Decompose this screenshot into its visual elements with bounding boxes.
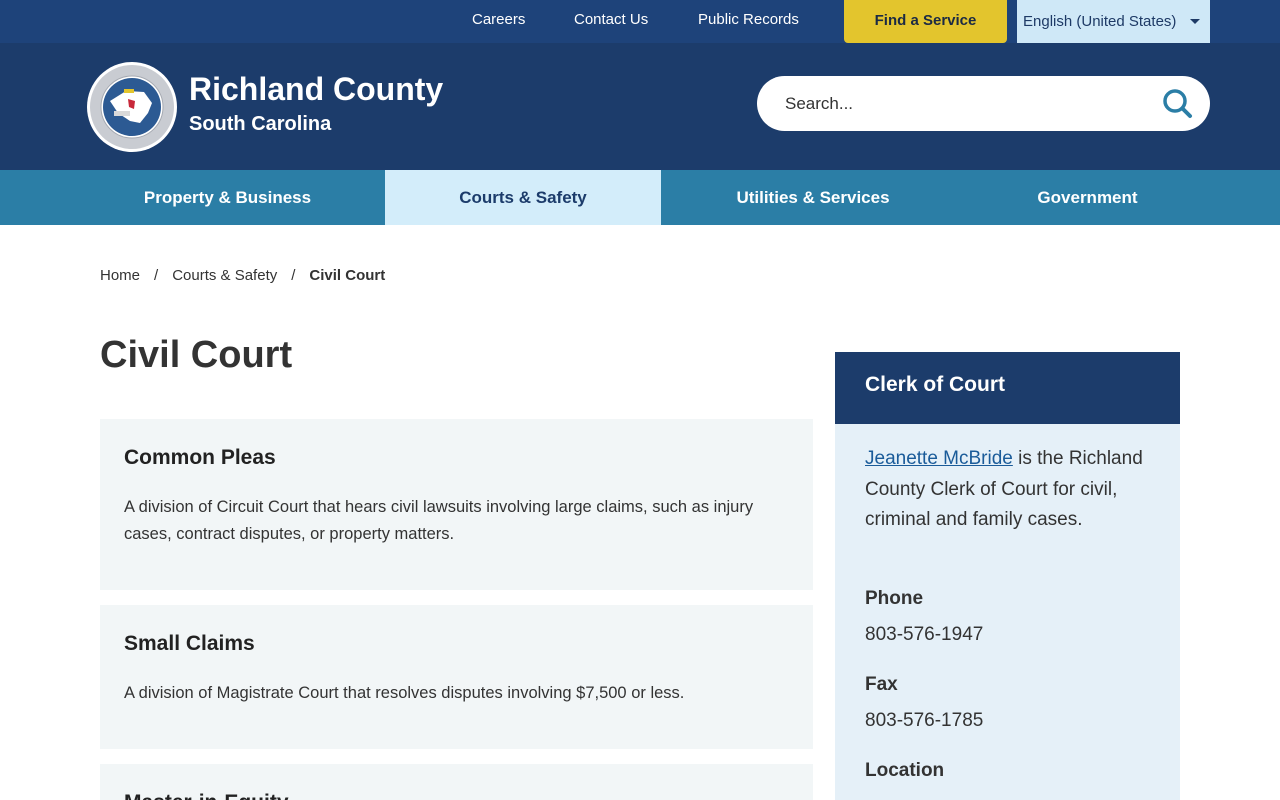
search-button[interactable] <box>1157 86 1197 122</box>
card-common-pleas[interactable]: Common Pleas A division of Circuit Court… <box>100 419 813 590</box>
breadcrumb-current: Civil Court <box>309 267 386 284</box>
card-title[interactable]: Small Claims <box>124 632 255 656</box>
breadcrumb-courts-safety[interactable]: Courts & Safety <box>172 267 277 284</box>
nav-courts-safety[interactable]: Courts & Safety <box>385 170 661 225</box>
search-icon <box>1163 89 1192 118</box>
phone-number[interactable]: 803-576-1947 <box>865 624 983 646</box>
card-small-claims[interactable]: Small Claims A division of Magistrate Co… <box>100 605 813 749</box>
breadcrumb-home[interactable]: Home <box>100 267 140 284</box>
card-description: A division of Magistrate Court that reso… <box>124 684 685 702</box>
nav-property-business[interactable]: Property & Business <box>70 170 385 225</box>
card-description: A division of Circuit Court that hears c… <box>124 498 754 543</box>
find-a-service-button[interactable]: Find a Service <box>844 0 1007 43</box>
page-title: Civil Court <box>100 334 293 376</box>
careers-link[interactable]: Careers <box>472 0 525 43</box>
site-title[interactable]: Richland County <box>189 71 443 108</box>
language-select-value: English (United States) <box>1023 13 1177 30</box>
language-select[interactable]: English (United States) <box>1017 0 1210 43</box>
contact-us-link[interactable]: Contact Us <box>574 0 648 43</box>
site-header: Richland County South Carolina <box>0 43 1280 170</box>
clerk-of-court-panel: Clerk of Court Jeanette McBride is the R… <box>835 352 1180 800</box>
clerk-name-link[interactable]: Jeanette McBride <box>865 448 1013 469</box>
fax-number: 803-576-1785 <box>865 710 984 731</box>
breadcrumb-separator: / <box>291 267 296 284</box>
panel-header: Clerk of Court <box>835 352 1180 424</box>
county-seal-logo[interactable] <box>86 61 178 153</box>
search-box <box>757 76 1210 131</box>
site-subtitle: South Carolina <box>189 113 332 135</box>
phone-label: Phone <box>865 588 924 609</box>
card-title[interactable]: Master-in-Equity <box>124 791 289 800</box>
fax-label: Fax <box>865 674 898 695</box>
utility-bar: Careers Contact Us Public Records Find a… <box>0 0 1280 43</box>
public-records-link[interactable]: Public Records <box>698 0 799 43</box>
card-master-in-equity[interactable]: Master-in-Equity <box>100 764 813 800</box>
card-title[interactable]: Common Pleas <box>124 446 276 470</box>
panel-title: Clerk of Court <box>865 373 1006 396</box>
breadcrumb-separator: / <box>154 267 159 284</box>
search-input[interactable] <box>785 90 1145 117</box>
nav-utilities-services[interactable]: Utilities & Services <box>661 170 965 225</box>
clerk-description: Jeanette McBride is the Richland County … <box>865 444 1160 536</box>
main-nav: Property & Business Courts & Safety Util… <box>0 170 1280 225</box>
nav-government[interactable]: Government <box>965 170 1210 225</box>
breadcrumb: Home / Courts & Safety / Civil Court <box>100 267 385 284</box>
caret-down-icon <box>1190 19 1200 24</box>
location-label: Location <box>865 760 945 781</box>
